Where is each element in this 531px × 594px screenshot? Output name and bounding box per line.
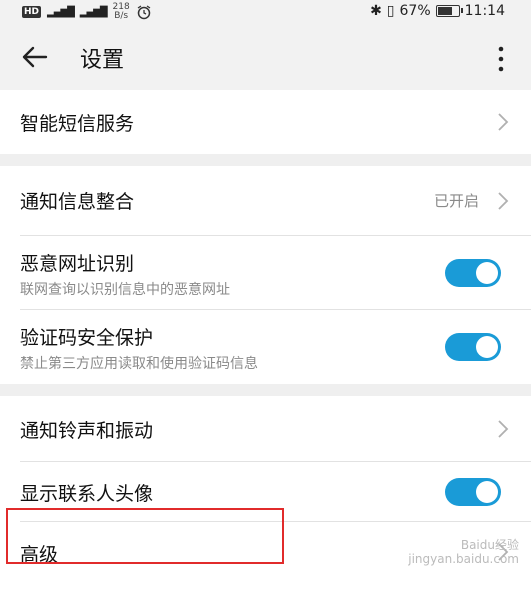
row-malicious-url-detection[interactable]: 恶意网址识别 联网查询以识别信息中的恶意网址 bbox=[0, 236, 531, 310]
battery-icon bbox=[435, 5, 463, 17]
row-notification-merge[interactable]: 通知信息整合 已开启 bbox=[0, 166, 531, 236]
row-smart-sms-service[interactable]: 智能短信服务 bbox=[0, 90, 531, 154]
verification-code-toggle[interactable] bbox=[445, 333, 501, 361]
page-title: 设置 bbox=[80, 48, 125, 73]
battery-percent: 67% bbox=[399, 3, 431, 19]
status-right: ✱ ▯ 67% 11:14 bbox=[370, 3, 505, 19]
signal-icon-2: ▂▄▆█ bbox=[79, 6, 108, 18]
watermark: Baidu经验 jingyan.baidu.com bbox=[408, 538, 519, 566]
clock: 11:14 bbox=[464, 3, 505, 19]
chevron-right-icon bbox=[498, 420, 509, 438]
alarm-icon bbox=[137, 5, 151, 20]
status-bar: HD ▂▄▆█ ▂▄▆█ 218 B/s ✱ ▯ 67% 11:14 bbox=[0, 0, 531, 26]
vibrate-icon: ▯ bbox=[386, 3, 395, 19]
row-label: 通知铃声和振动 bbox=[20, 420, 154, 442]
network-speed-unit: B/s bbox=[114, 11, 129, 21]
more-options-icon[interactable] bbox=[493, 44, 509, 74]
chevron-right-icon bbox=[498, 113, 509, 131]
status-left: HD ▂▄▆█ ▂▄▆█ 218 B/s bbox=[22, 3, 152, 21]
contact-avatar-toggle[interactable] bbox=[445, 478, 501, 506]
row-label: 智能短信服务 bbox=[20, 113, 135, 135]
watermark-line2: jingyan.baidu.com bbox=[408, 552, 519, 566]
signal-icon: ▂▄▆█ bbox=[47, 6, 75, 18]
row-verification-code-protection[interactable]: 验证码安全保护 禁止第三方应用读取和使用验证码信息 bbox=[0, 310, 531, 384]
toggle-knob bbox=[476, 336, 498, 358]
row-label: 显示联系人头像 bbox=[20, 483, 154, 505]
malicious-url-toggle[interactable] bbox=[445, 259, 501, 287]
watermark-line1: Baidu经验 bbox=[460, 538, 519, 552]
toggle-knob bbox=[476, 262, 498, 284]
section-gap bbox=[0, 154, 531, 166]
toggle-knob bbox=[476, 481, 498, 503]
app-bar: 设置 bbox=[0, 26, 531, 90]
section-gap bbox=[0, 384, 531, 396]
hd-badge: HD bbox=[22, 6, 42, 18]
row-label: 验证码安全保护 bbox=[20, 327, 154, 349]
network-speed: 218 B/s bbox=[113, 3, 130, 21]
back-arrow-icon[interactable] bbox=[18, 40, 52, 74]
row-value: 已开启 bbox=[433, 192, 479, 210]
row-label: 恶意网址识别 bbox=[20, 253, 135, 275]
row-subtitle: 联网查询以识别信息中的恶意网址 bbox=[20, 282, 230, 298]
chevron-right-icon bbox=[498, 192, 509, 210]
row-subtitle: 禁止第三方应用读取和使用验证码信息 bbox=[20, 356, 258, 372]
highlight-box bbox=[6, 508, 284, 564]
row-label: 通知信息整合 bbox=[20, 191, 135, 213]
bluetooth-icon: ✱ bbox=[370, 3, 382, 19]
row-notification-sound-vibration[interactable]: 通知铃声和振动 bbox=[0, 396, 531, 462]
